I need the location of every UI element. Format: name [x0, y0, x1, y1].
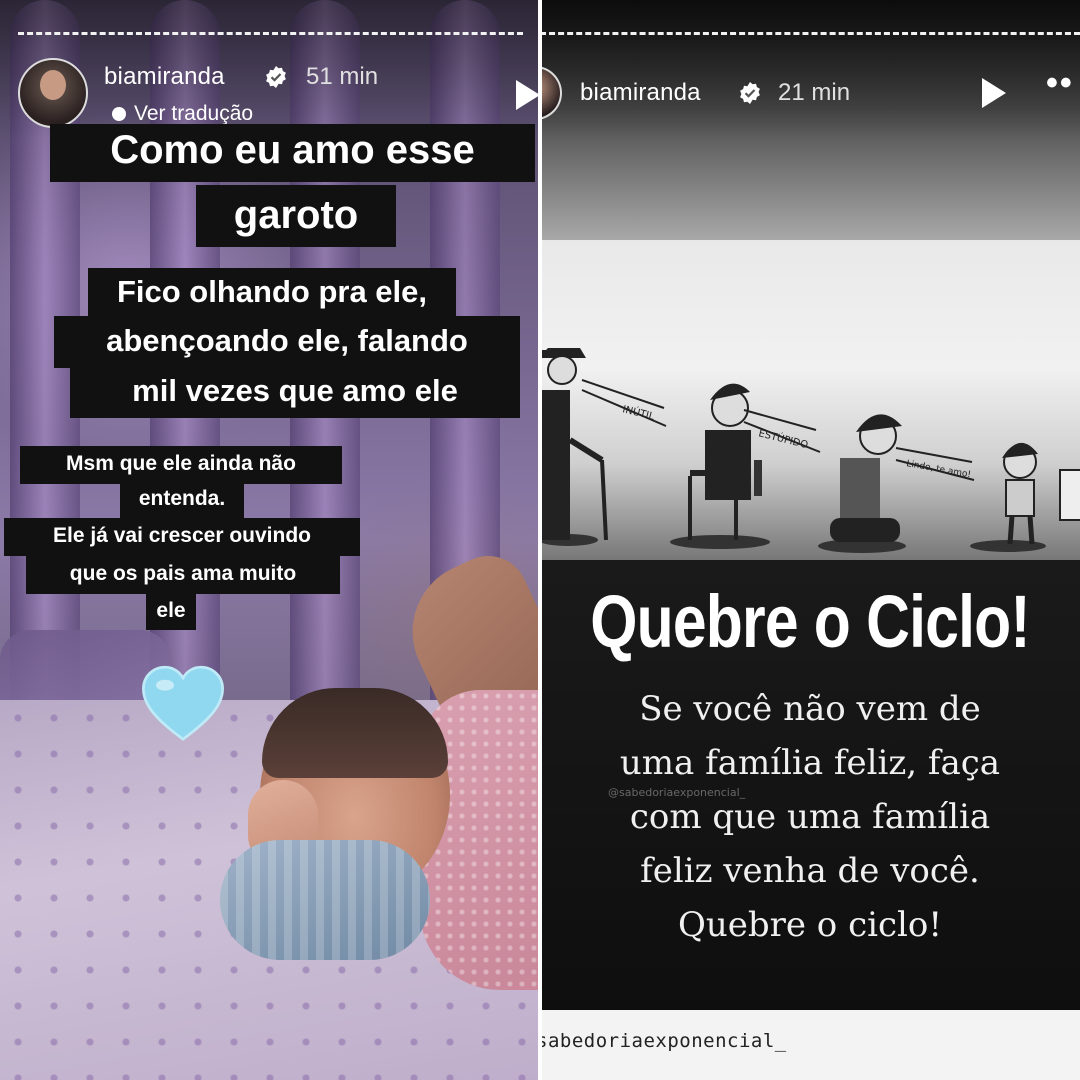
- quote-text: Se você não vem de uma família feliz, fa…: [560, 682, 1060, 952]
- translate-dot-icon: [112, 107, 126, 121]
- quote-line: Se você não vem de: [639, 689, 981, 729]
- more-options-icon[interactable]: ••: [1046, 66, 1074, 100]
- caption-line: que os pais ama muito: [26, 556, 340, 594]
- caption-line: Como eu amo esse: [50, 124, 535, 182]
- quote-headline: Quebre o Ciclo!: [590, 580, 1030, 663]
- username[interactable]: biamiranda: [580, 79, 701, 107]
- verified-badge-icon: [266, 66, 286, 88]
- generations-cartoon: INÚTIL ESTÚPIDO Lindo, te amo!: [540, 348, 1080, 553]
- caption-line: ele: [146, 594, 196, 630]
- story-left[interactable]: biamiranda 51 min Ver tradução Como eu a…: [0, 0, 540, 1080]
- see-translation-label: Ver tradução: [134, 102, 254, 125]
- quote-line: feliz venha de você.: [640, 851, 980, 891]
- caption-line: mil vezes que amo ele: [70, 366, 520, 418]
- quote-line: Quebre o ciclo!: [677, 905, 943, 945]
- story-collage: biamiranda 51 min Ver tradução Como eu a…: [0, 0, 1080, 1080]
- verified-badge-icon: [740, 82, 760, 104]
- cartoon-illustration: INÚTIL ESTÚPIDO Lindo, te amo!: [540, 240, 1080, 560]
- caption-line: garoto: [196, 185, 396, 247]
- caption-line: Ele já vai crescer ouvindo: [4, 518, 360, 556]
- story-progress-bar: [540, 32, 1080, 35]
- caption-line: Msm que ele ainda não: [20, 446, 342, 484]
- story-progress-bar: [18, 32, 523, 35]
- caption-line: entenda.: [120, 482, 244, 518]
- caption-line: Fico olhando pra ele,: [88, 268, 456, 318]
- post-time: 51 min: [306, 63, 379, 90]
- cartoon-label: INÚTIL: [621, 402, 656, 423]
- baby-mitten: [220, 840, 430, 960]
- quote-line: uma família feliz, faça: [619, 743, 1001, 783]
- see-translation-link[interactable]: Ver tradução: [112, 102, 253, 126]
- cartoon-label: Lindo, te amo!: [905, 459, 971, 480]
- caption-line: abençoando ele, falando: [54, 316, 520, 368]
- story-header-shade: [540, 0, 1080, 140]
- username[interactable]: biamiranda: [104, 63, 225, 91]
- story-right[interactable]: biamiranda 21 min •• INÚTIL ESTÚPIDO Lin…: [540, 0, 1080, 1080]
- play-icon[interactable]: [982, 78, 1006, 108]
- credit-handle[interactable]: sabedoriaexponencial_: [540, 1030, 787, 1052]
- watermark: @sabedoriaexponencial_: [608, 786, 746, 799]
- blue-heart-sticker-icon[interactable]: [138, 660, 228, 750]
- cartoon-label: ESTÚPIDO: [757, 426, 809, 451]
- avatar[interactable]: [18, 58, 88, 128]
- play-icon[interactable]: [516, 80, 540, 110]
- collage-divider: [538, 0, 542, 1080]
- post-time: 21 min: [778, 79, 851, 106]
